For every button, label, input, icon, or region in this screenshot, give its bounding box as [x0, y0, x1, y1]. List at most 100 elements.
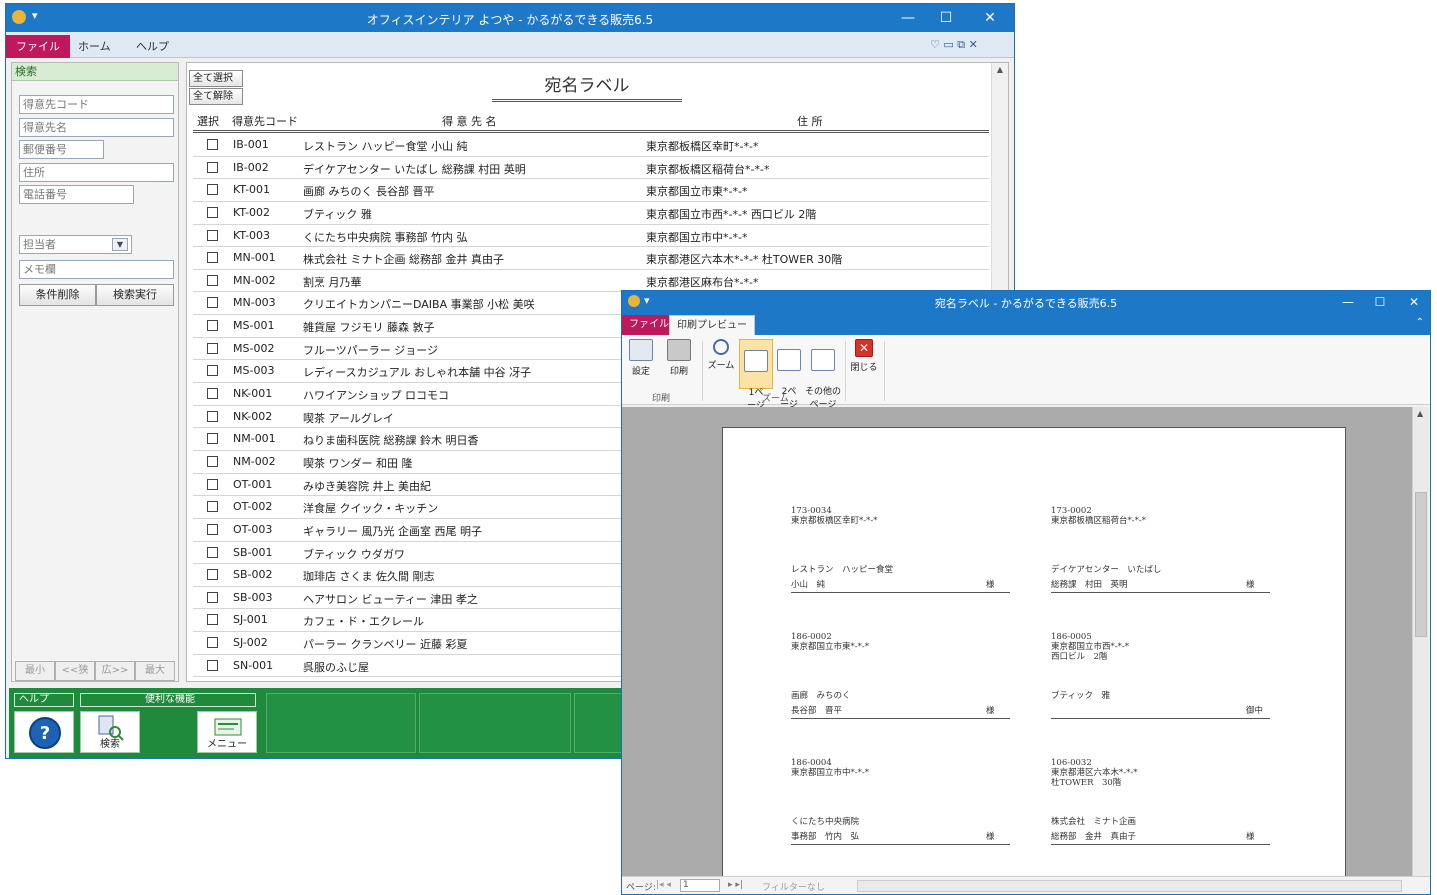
width-narrow-button[interactable]: <<狭 [55, 661, 95, 681]
row-name: ハワイアンショップ ロコモコ [303, 389, 450, 403]
scroll-up-icon[interactable]: ▲ [995, 65, 1005, 75]
select-all-button[interactable]: 全て選択 [189, 70, 243, 87]
row-checkbox[interactable] [207, 659, 218, 671]
preview-canvas[interactable]: 173-0034 東京都板橋区幸町*-*-* レストラン ハッピー食堂 小山 純様 17… [622, 407, 1413, 878]
row-name: レストラン ハッピー食堂 小山 純 [303, 140, 468, 153]
search-tile-button[interactable]: 検索 [80, 711, 140, 753]
close-icon[interactable]: ✕ [1396, 292, 1432, 312]
row-checkbox[interactable] [207, 297, 218, 309]
row-checkbox[interactable] [207, 501, 218, 513]
ribbon-window-icons[interactable]: ♡ ▭ ⧉ ✕ [930, 38, 978, 52]
horizontal-scrollbar[interactable] [857, 880, 1402, 892]
row-checkbox[interactable] [207, 252, 218, 264]
maximize-icon[interactable]: ☐ [1362, 292, 1398, 312]
width-min-button[interactable]: 最小 [15, 661, 55, 681]
table-row[interactable]: IB-001 レストラン ハッピー食堂 小山 純 東京都板橋区幸町*-*-* [193, 134, 989, 157]
page-number-input[interactable]: 1 [680, 879, 720, 892]
row-checkbox[interactable] [207, 388, 218, 400]
staff-select[interactable]: 担当者 ▼ [19, 235, 132, 254]
run-search-button[interactable]: 検索実行 [96, 284, 174, 306]
label-zip: 186-0004 [791, 758, 832, 768]
tab-print-preview[interactable]: 印刷プレビュー [669, 315, 755, 335]
label-name-2: 総務部 金井 真由子 [1051, 832, 1137, 842]
maximize-icon[interactable]: ☐ [928, 8, 964, 28]
chevron-down-icon[interactable]: ▼ [112, 238, 128, 251]
customer-code-field[interactable]: 得意先コード [19, 95, 174, 114]
label-name-2: 総務課 村田 英明 [1051, 580, 1128, 590]
row-checkbox[interactable] [207, 523, 218, 535]
zoom-button[interactable]: ズーム [704, 339, 738, 389]
phone-field[interactable]: 電話番号 [19, 185, 134, 204]
address-field[interactable]: 住所 [19, 163, 174, 182]
other-pages-button[interactable]: その他の ページ [804, 339, 842, 410]
row-checkbox[interactable] [207, 455, 218, 467]
table-row[interactable]: IB-002 デイケアセンター いたばし 総務課 村田 英明 東京都板橋区稲荷台*-… [193, 157, 989, 180]
row-address: 東京都板橋区幸町*-*-* [646, 140, 759, 153]
table-row[interactable]: KT-001 画廊 みちのく 長谷部 晋平 東京都国立市東*-*-* [193, 179, 989, 202]
row-code: IB-001 [233, 138, 269, 151]
row-checkbox[interactable] [207, 139, 218, 150]
label-name: 株式会社 ミナト企画 [1051, 817, 1137, 827]
menu-tile-label: メニュー [207, 739, 247, 750]
clear-conditions-button[interactable]: 条件削除 [19, 284, 96, 306]
row-checkbox[interactable] [207, 342, 218, 354]
one-page-button[interactable]: 1ペ ージ [739, 339, 773, 411]
setup-button[interactable]: 設定 [624, 339, 658, 389]
help-button[interactable]: ? [14, 711, 74, 753]
tab-home[interactable]: ホーム [68, 35, 121, 58]
row-checkbox[interactable] [207, 614, 218, 626]
row-checkbox[interactable] [207, 478, 218, 490]
row-checkbox[interactable] [207, 229, 218, 241]
tab-file[interactable]: ファイル [6, 35, 70, 58]
memo-field[interactable]: メモ欄 [19, 260, 174, 279]
minimize-icon[interactable]: — [1330, 292, 1366, 312]
tab-file[interactable]: ファイル [622, 315, 676, 335]
label-honorific: 様 [986, 580, 995, 590]
postal-code-field[interactable]: 郵便番号 [19, 140, 104, 159]
table-row[interactable]: KT-002 ブティック 雅 東京都国立市西*-*-* 西口ビル 2階 [193, 202, 989, 225]
close-red-icon: ✕ [855, 339, 873, 357]
row-checkbox[interactable] [207, 206, 218, 218]
close-icon[interactable]: ✕ [972, 8, 1008, 28]
label-zip: 106-0032 [1051, 758, 1092, 768]
two-pages-button[interactable]: 2ペ ージ [772, 339, 806, 410]
label-honorific: 様 [986, 706, 995, 716]
width-max-button[interactable]: 最大 [135, 661, 175, 681]
table-row[interactable]: MN-001 株式会社 ミナト企画 総務部 金井 真由子 東京都港区六本木*-*-*… [193, 247, 989, 270]
row-checkbox[interactable] [207, 637, 218, 649]
tab-help[interactable]: ヘルプ [126, 35, 179, 58]
scroll-up-icon[interactable]: ▲ [1417, 409, 1423, 418]
row-checkbox[interactable] [207, 320, 218, 332]
label-address: 東京都板橋区稲荷台*-*-* [1051, 516, 1146, 526]
minimize-icon[interactable]: — [890, 8, 926, 28]
close-preview-button[interactable]: ✕ 閉じる [847, 339, 881, 389]
row-checkbox[interactable] [207, 184, 218, 196]
print-button[interactable]: 印刷 [662, 339, 696, 389]
deselect-all-button[interactable]: 全て解除 [189, 88, 243, 105]
scroll-thumb[interactable] [1415, 492, 1427, 637]
row-checkbox[interactable] [207, 569, 218, 581]
zoom-icon [713, 339, 729, 355]
row-checkbox[interactable] [207, 365, 218, 377]
table-row[interactable]: KT-003 くにたち中央病院 事務部 竹内 弘 東京都国立市中*-*-* [193, 225, 989, 248]
width-wide-button[interactable]: 広>> [95, 661, 135, 681]
first-page-icon[interactable]: |◂ ◂ [656, 880, 671, 890]
next-page-icon[interactable]: ▸ ▸| [728, 880, 743, 890]
row-name: 株式会社 ミナト企画 総務部 金井 真由子 [303, 253, 504, 267]
filter-status[interactable]: フィルターなし [762, 880, 825, 893]
row-checkbox[interactable] [207, 546, 218, 558]
ribbon-collapse-icon[interactable]: ⌃ [1416, 317, 1424, 328]
page-label: ページ: [626, 883, 656, 893]
row-checkbox[interactable] [207, 161, 218, 173]
label-name: ブティック 雅 [1051, 691, 1110, 701]
row-checkbox[interactable] [207, 274, 218, 286]
menu-tile-button[interactable]: メニュー [197, 711, 257, 753]
customer-name-field[interactable]: 得意先名 [19, 118, 174, 137]
row-checkbox[interactable] [207, 433, 218, 445]
row-checkbox[interactable] [207, 591, 218, 603]
label-zip: 186-0002 [791, 632, 832, 642]
row-checkbox[interactable] [207, 410, 218, 422]
row-code: NK-002 [233, 409, 273, 423]
label-address: 東京都国立市西*-*-* [1051, 642, 1129, 652]
preview-scrollbar[interactable]: ▲ [1412, 407, 1429, 878]
